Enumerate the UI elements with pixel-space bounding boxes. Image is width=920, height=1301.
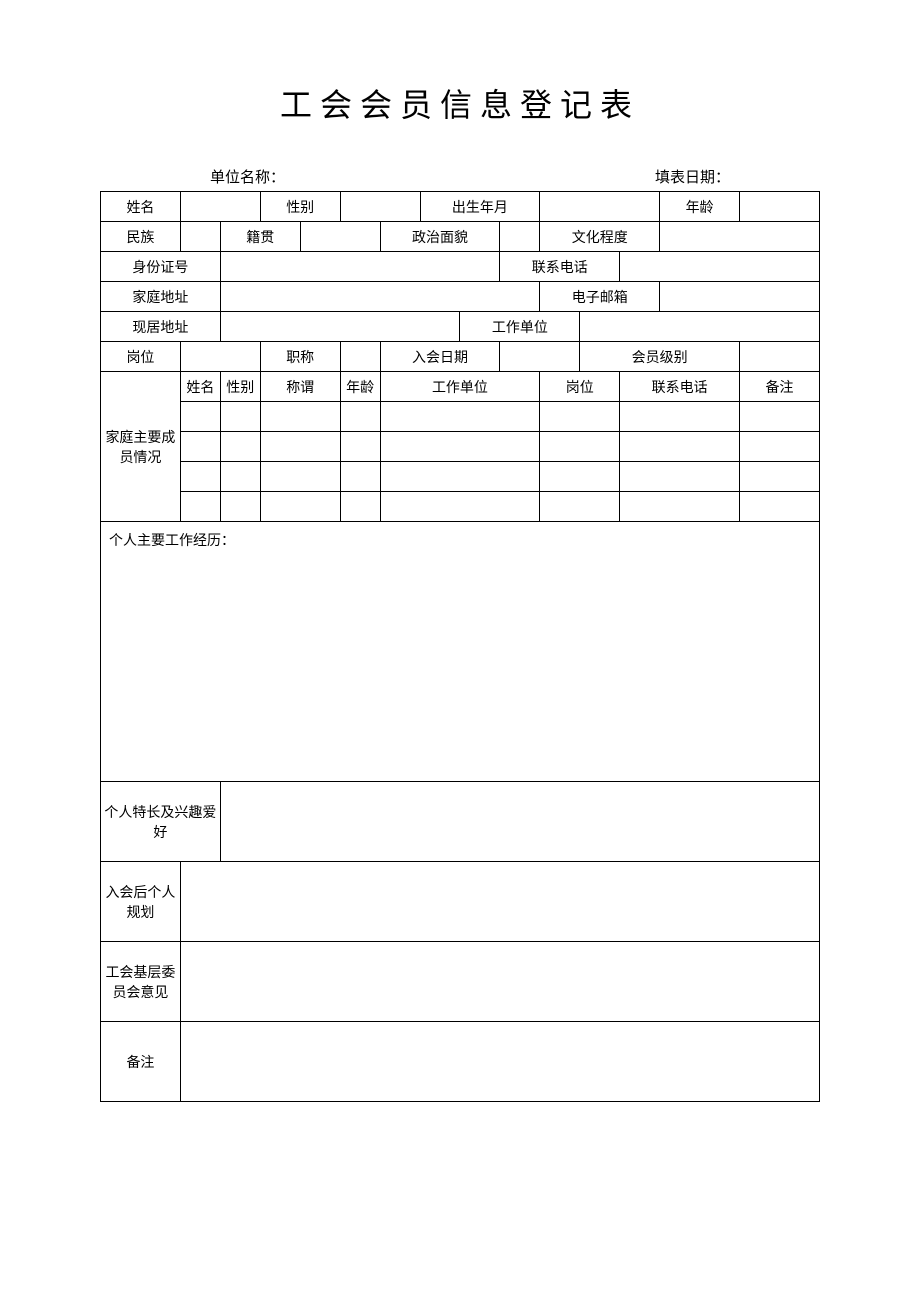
field-position[interactable] (180, 342, 260, 372)
field-remark[interactable] (180, 1022, 819, 1102)
fam-name-cell[interactable] (180, 462, 220, 492)
fam-gender-cell[interactable] (220, 402, 260, 432)
field-plan[interactable] (180, 862, 819, 942)
label-family-section: 家庭主要成员情况 (101, 372, 181, 522)
fill-date-label: 填表日期： (655, 166, 730, 187)
fam-gender-cell[interactable] (220, 432, 260, 462)
field-native-place[interactable] (300, 222, 380, 252)
field-home-address[interactable] (220, 282, 540, 312)
fam-gender-cell[interactable] (220, 462, 260, 492)
label-join-date: 入会日期 (380, 342, 500, 372)
label-phone: 联系电话 (500, 252, 620, 282)
fam-age-cell[interactable] (340, 492, 380, 522)
form-header-row: 单位名称： 填表日期： (100, 166, 820, 191)
fam-phone-cell[interactable] (620, 432, 740, 462)
label-committee: 工会基层委员会意见 (101, 942, 181, 1022)
label-work-unit: 工作单位 (460, 312, 580, 342)
label-fam-gender: 性别 (220, 372, 260, 402)
label-id-number: 身份证号 (101, 252, 221, 282)
label-plan: 入会后个人规划 (101, 862, 181, 942)
fam-phone-cell[interactable] (620, 492, 740, 522)
label-political: 政治面貌 (380, 222, 500, 252)
fam-work-unit-cell[interactable] (380, 462, 540, 492)
field-id-number[interactable] (220, 252, 500, 282)
fam-gender-cell[interactable] (220, 492, 260, 522)
family-row (101, 462, 820, 492)
field-title-rank[interactable] (340, 342, 380, 372)
field-committee[interactable] (180, 942, 819, 1022)
fam-position-cell[interactable] (540, 492, 620, 522)
family-row (101, 492, 820, 522)
field-hobbies[interactable] (220, 782, 819, 862)
fam-name-cell[interactable] (180, 432, 220, 462)
field-member-level[interactable] (740, 342, 820, 372)
fam-position-cell[interactable] (540, 402, 620, 432)
label-fam-remark: 备注 (740, 372, 820, 402)
label-fam-name: 姓名 (180, 372, 220, 402)
unit-name-label: 单位名称： (210, 166, 285, 187)
fam-relation-cell[interactable] (260, 432, 340, 462)
field-work-unit[interactable] (580, 312, 820, 342)
field-education[interactable] (660, 222, 820, 252)
label-gender: 性别 (260, 192, 340, 222)
fam-position-cell[interactable] (540, 432, 620, 462)
label-name: 姓名 (101, 192, 181, 222)
fam-remark-cell[interactable] (740, 432, 820, 462)
fam-remark-cell[interactable] (740, 402, 820, 432)
field-ethnicity[interactable] (180, 222, 220, 252)
fam-age-cell[interactable] (340, 462, 380, 492)
family-row (101, 402, 820, 432)
field-current-address[interactable] (220, 312, 460, 342)
work-history-section[interactable]: 个人主要工作经历： (101, 522, 820, 782)
fam-relation-cell[interactable] (260, 402, 340, 432)
label-current-address: 现居地址 (101, 312, 221, 342)
family-row (101, 432, 820, 462)
label-email: 电子邮箱 (540, 282, 660, 312)
label-education: 文化程度 (540, 222, 660, 252)
field-name[interactable] (180, 192, 260, 222)
label-work-history: 个人主要工作经历： (109, 534, 235, 549)
label-hobbies: 个人特长及兴趣爱好 (101, 782, 221, 862)
label-fam-phone: 联系电话 (620, 372, 740, 402)
label-title-rank: 职称 (260, 342, 340, 372)
fam-remark-cell[interactable] (740, 492, 820, 522)
field-email[interactable] (660, 282, 820, 312)
label-birth: 出生年月 (420, 192, 540, 222)
label-fam-relation: 称谓 (260, 372, 340, 402)
label-age: 年龄 (660, 192, 740, 222)
fam-work-unit-cell[interactable] (380, 492, 540, 522)
form-title: 工会会员信息登记表 (100, 80, 820, 126)
label-fam-position: 岗位 (540, 372, 620, 402)
fam-age-cell[interactable] (340, 402, 380, 432)
label-native-place: 籍贯 (220, 222, 300, 252)
label-member-level: 会员级别 (580, 342, 740, 372)
field-phone[interactable] (620, 252, 820, 282)
fam-phone-cell[interactable] (620, 462, 740, 492)
label-fam-work-unit: 工作单位 (380, 372, 540, 402)
fam-phone-cell[interactable] (620, 402, 740, 432)
field-political[interactable] (500, 222, 540, 252)
fam-work-unit-cell[interactable] (380, 432, 540, 462)
fam-age-cell[interactable] (340, 432, 380, 462)
registration-table: 姓名 性别 出生年月 年龄 民族 籍贯 政治面貌 文化程度 身份证号 联系电话 … (100, 191, 820, 1102)
label-fam-age: 年龄 (340, 372, 380, 402)
field-gender[interactable] (340, 192, 420, 222)
fam-remark-cell[interactable] (740, 462, 820, 492)
label-ethnicity: 民族 (101, 222, 181, 252)
field-join-date[interactable] (500, 342, 580, 372)
fam-work-unit-cell[interactable] (380, 402, 540, 432)
fam-name-cell[interactable] (180, 402, 220, 432)
fam-relation-cell[interactable] (260, 492, 340, 522)
fam-relation-cell[interactable] (260, 462, 340, 492)
field-age[interactable] (740, 192, 820, 222)
label-position: 岗位 (101, 342, 181, 372)
fam-name-cell[interactable] (180, 492, 220, 522)
fam-position-cell[interactable] (540, 462, 620, 492)
label-remark: 备注 (101, 1022, 181, 1102)
field-birth[interactable] (540, 192, 660, 222)
label-home-address: 家庭地址 (101, 282, 221, 312)
